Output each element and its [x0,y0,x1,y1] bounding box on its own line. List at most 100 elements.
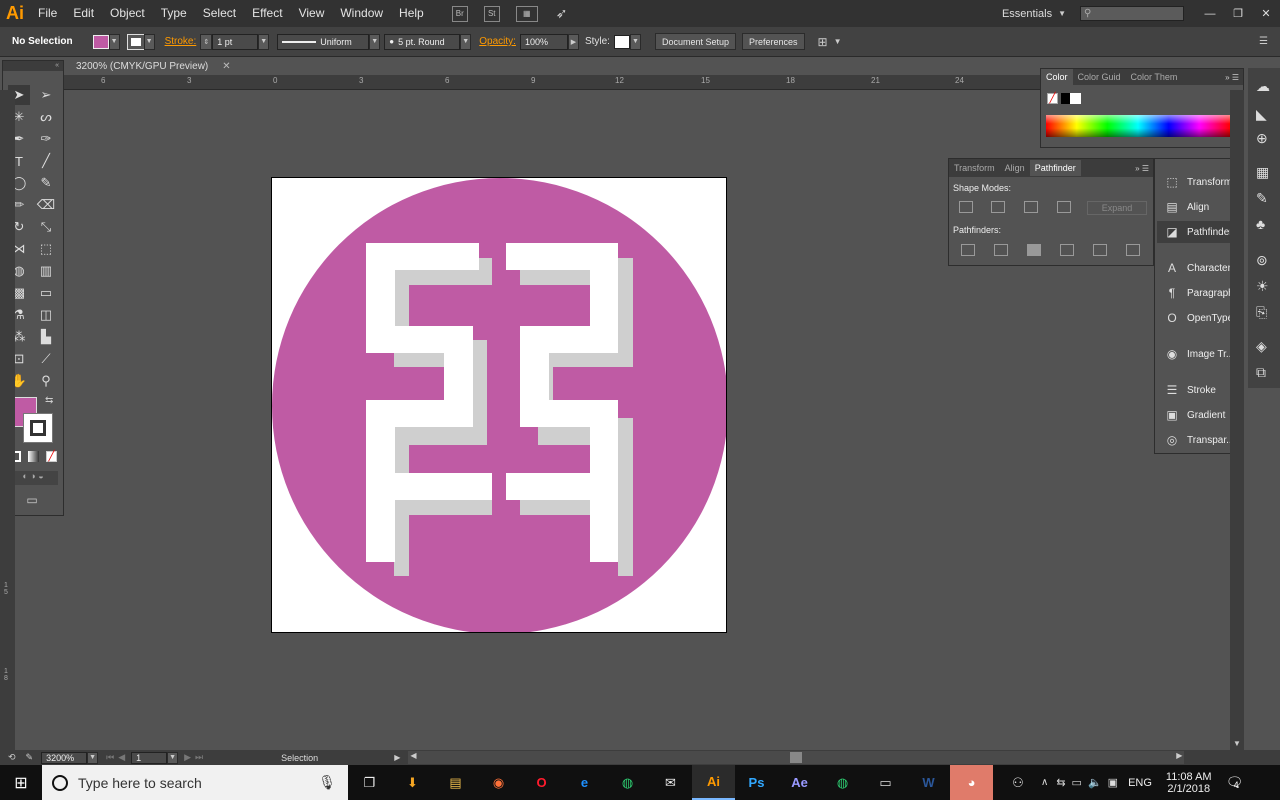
exclude-icon[interactable] [1057,201,1071,213]
firefox-icon[interactable]: ◉ [477,765,520,800]
logo-artwork[interactable] [272,178,727,633]
column-graph-tool-icon[interactable]: ▙ [35,327,57,347]
panel-align[interactable]: ▤ Align [1163,196,1209,218]
close-button[interactable]: ✕ [1252,7,1280,20]
chrome-green-icon[interactable]: ◍ [606,765,649,800]
stroke-swatch-dropdown[interactable]: ▼ [143,33,155,50]
zoom-dropdown[interactable]: ▼ [87,751,99,764]
stroke-swatch[interactable] [126,33,145,50]
outline-icon[interactable] [1093,244,1107,256]
document-setup-button[interactable]: Document Setup [654,33,737,50]
curvature-tool-icon[interactable]: ✑ [35,129,57,149]
menu-select[interactable]: Select [195,0,244,27]
mail-icon[interactable]: ✉ [649,765,692,800]
color-spectrum[interactable] [1046,115,1230,137]
panel-stroke[interactable]: ☰ Stroke [1163,379,1216,401]
none-swatch[interactable]: ╱ [1047,93,1058,104]
panel-gradient[interactable]: ▣ Gradient [1163,404,1225,426]
horizontal-scrollbar[interactable]: ◀ ▶ [408,751,1185,764]
message-icon[interactable]: ▣ [1108,776,1118,789]
unite-icon[interactable] [959,201,973,213]
intersect-icon[interactable] [1024,201,1038,213]
menu-view[interactable]: View [291,0,333,27]
brushes-icon[interactable]: ✎ [1256,190,1268,207]
discord-icon[interactable]: ◕ [950,765,993,800]
show-hidden-icons[interactable]: ∧ [1041,777,1048,788]
battery-icon[interactable]: ▭ [1072,776,1082,789]
language-indicator[interactable]: ENG [1128,777,1152,789]
status-menu-icon[interactable]: ▶ [394,753,400,762]
zoom-input[interactable]: 3200% [41,751,88,764]
stroke-color-box[interactable] [23,413,53,443]
stroke-weight-dropdown[interactable]: ▼ [258,33,270,50]
style-dropdown[interactable]: ▼ [629,33,641,50]
scroll-down-icon[interactable]: ▼ [1233,739,1241,748]
terminal-icon[interactable]: ▭ [864,765,907,800]
tab-transform[interactable]: Transform [949,160,1000,176]
minimize-button[interactable]: — [1196,8,1224,20]
arrange-dropdown-icon[interactable]: ▼ [834,37,842,46]
next-artboard-icon[interactable]: ▶ [184,752,191,763]
brush-dropdown[interactable]: ▼ [460,33,472,50]
stroke-stepper[interactable]: ⇕ [200,33,213,50]
trim-icon[interactable] [994,244,1008,256]
network-icon[interactable]: ⇆ [1056,776,1065,789]
perspective-grid-tool-icon[interactable]: ▥ [35,261,57,281]
arrange-icon[interactable]: ⊞ [818,35,828,49]
panel-paragraph[interactable]: ¶ Paragraph [1163,282,1234,304]
artboards-icon[interactable]: ⧉ [1256,364,1266,381]
minus-front-icon[interactable] [991,201,1005,213]
opacity-input[interactable]: 100% [519,33,568,50]
free-transform-tool-icon[interactable]: ⬚ [35,239,57,259]
panel-opentype[interactable]: O OpenType [1163,307,1233,329]
windows-start-icon[interactable]: ⊞ [0,765,42,800]
expand-button[interactable]: Expand [1087,201,1147,215]
chevron-down-icon[interactable]: ▼ [1058,9,1066,18]
tab-color-guide[interactable]: Color Guid [1073,69,1126,85]
fill-swatch[interactable] [92,34,109,49]
opacity-arrow[interactable]: ▶ [567,33,579,50]
edit-artboard-icon[interactable]: ✎ [26,752,34,763]
panel-character[interactable]: A Character [1163,257,1231,279]
people-icon[interactable]: ⚇ [1003,765,1033,800]
artboard-dropdown[interactable]: ▼ [167,751,179,764]
cc-libraries-icon[interactable]: ⊚ [1256,252,1268,269]
stroke-weight-input[interactable]: 1 pt [212,33,259,50]
menu-object[interactable]: Object [102,0,153,27]
task-view-icon[interactable]: ❐ [348,765,391,800]
slice-tool-icon[interactable]: ⟋ [35,349,57,369]
action-center-icon[interactable]: 🗨 4 [1226,774,1244,791]
panel-pathfinder[interactable]: ◪ Pathfinder [1157,221,1241,243]
tools-collapse-icon[interactable]: « [3,61,63,71]
scroll-thumb[interactable] [790,752,803,763]
edge-icon[interactable]: e [563,765,606,800]
photoshop-icon[interactable]: Ps [735,765,778,800]
eraser-tool-icon[interactable]: ⌫ [35,195,57,215]
app-green-icon[interactable]: ◍ [821,765,864,800]
crop-icon[interactable] [1060,244,1074,256]
downloads-app-icon[interactable]: ⬇ [391,765,434,800]
brush-definition[interactable]: ● 5 pt. Round [384,33,461,50]
tab-color-themes[interactable]: Color Them [1126,69,1183,85]
preferences-button[interactable]: Preferences [742,33,805,50]
rotate-view-icon[interactable]: ⟲ [8,752,16,763]
gradient-mode-icon[interactable] [28,451,39,462]
divide-icon[interactable] [961,244,975,256]
panel-transparency[interactable]: ◎ Transpar... [1163,429,1235,451]
merge-icon[interactable] [1027,244,1041,256]
arrange-documents-icon[interactable]: ▦ [515,5,538,22]
layers-icon[interactable]: ◈ [1256,338,1267,355]
variable-width-profile[interactable]: Uniform [277,33,370,50]
menu-edit[interactable]: Edit [65,0,102,27]
libraries-icon[interactable]: ☁ [1256,78,1270,95]
first-artboard-icon[interactable]: ⏮ [106,752,114,763]
navigator-icon[interactable]: ⊕ [1256,130,1268,147]
opacity-label[interactable]: Opacity: [479,36,516,47]
appearance-icon[interactable]: ☀ [1256,278,1269,295]
magenta-circle[interactable] [272,178,727,633]
direct-selection-tool-icon[interactable]: ➢ [35,85,57,105]
artboard[interactable] [271,177,727,633]
opera-icon[interactable]: O [520,765,563,800]
panel-image-trace[interactable]: ◉ Image Tr... [1163,343,1235,365]
menu-help[interactable]: Help [391,0,432,27]
